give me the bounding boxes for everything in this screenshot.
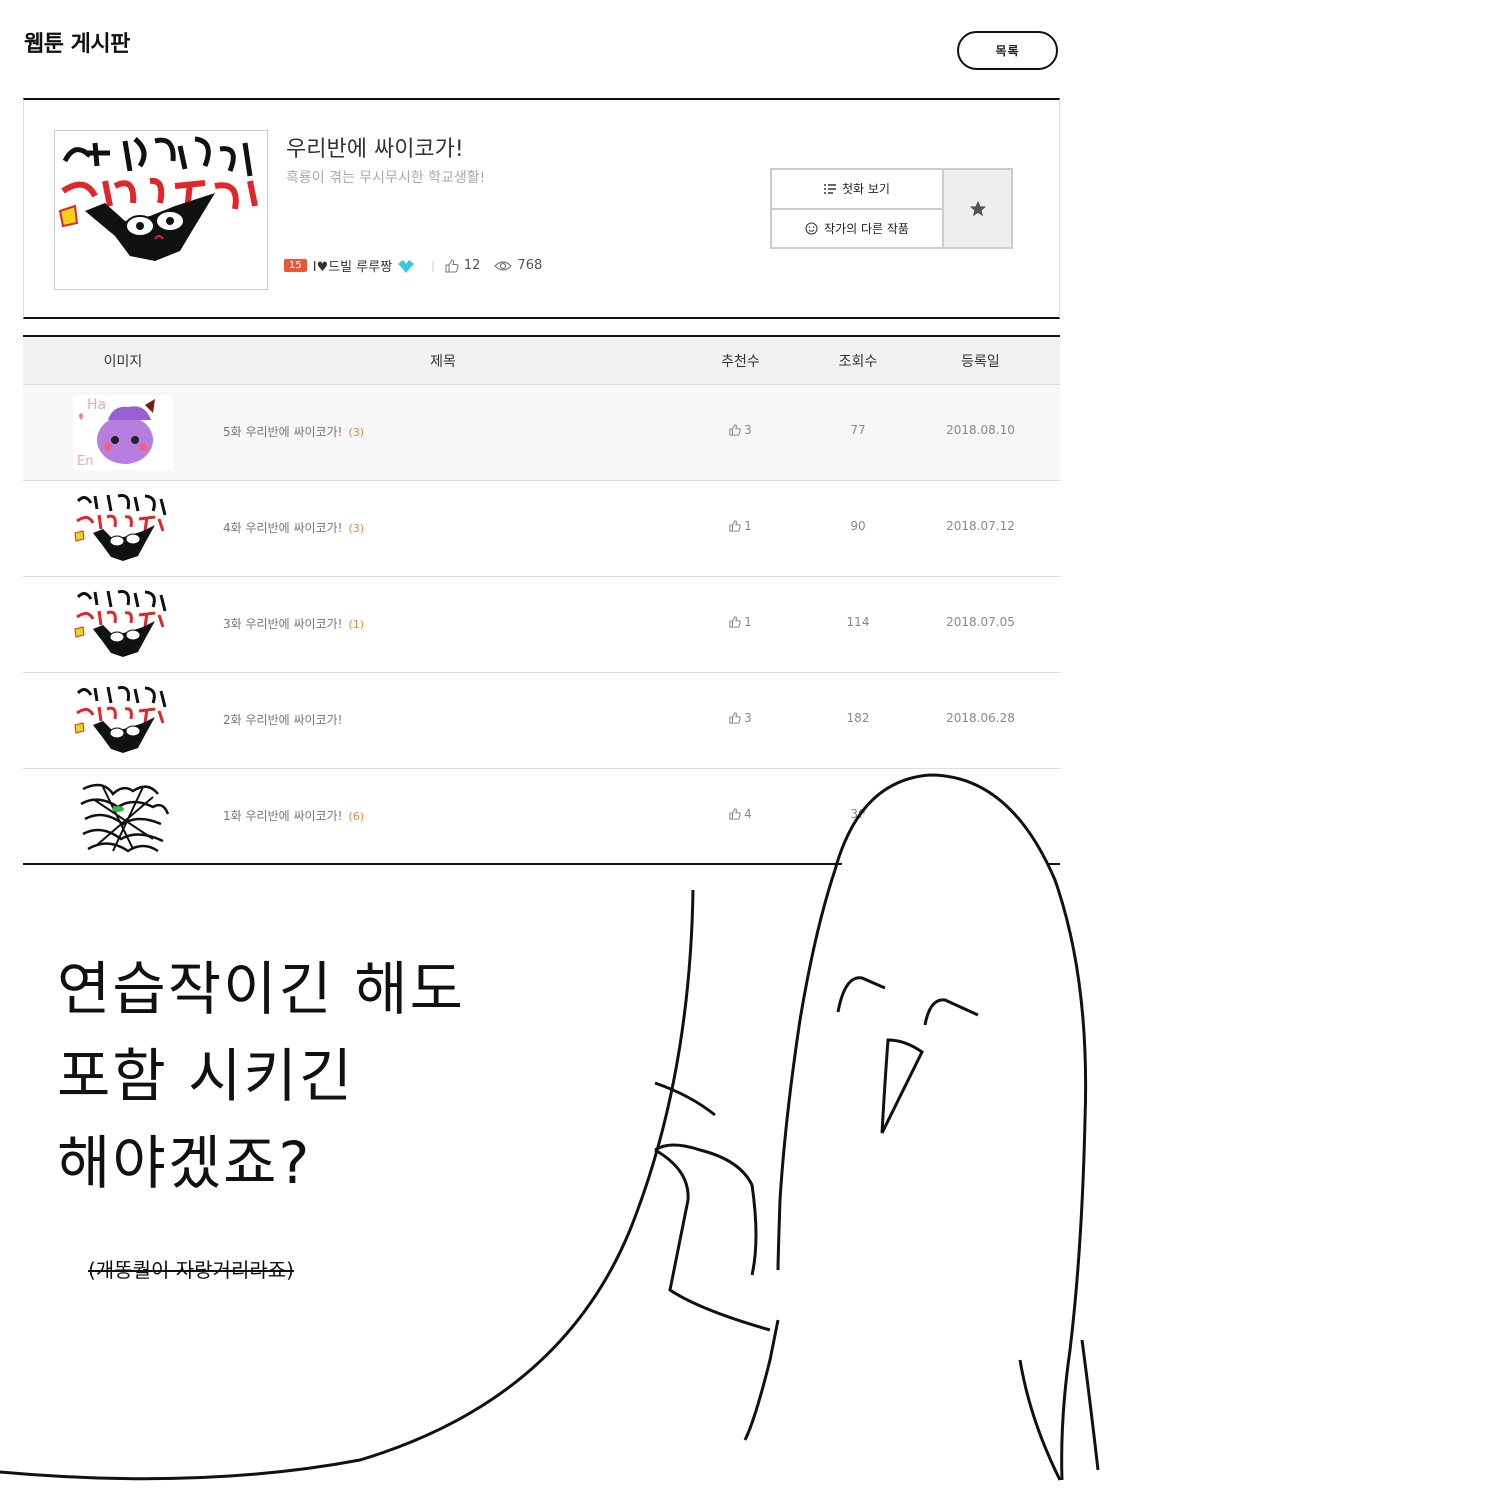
table-row[interactable]: Ha En 5화 우리반에 싸이코가! (3) 3 77 2018.08.10 <box>23 385 1060 481</box>
episode-title-text: 1화 우리반에 싸이코가! <box>223 809 343 823</box>
ghost-mouth <box>880 1038 924 1134</box>
episode-title[interactable]: 1화 우리반에 싸이코가! (6) <box>223 807 364 824</box>
episode-title[interactable]: 5화 우리반에 싸이코가! (3) <box>223 423 364 440</box>
comment-count: (3) <box>348 522 365 535</box>
episode-title-text: 2화 우리반에 싸이코가! <box>223 713 343 727</box>
favorite-button[interactable] <box>944 170 1011 247</box>
date-cell: 2018.07.05 <box>946 615 1015 629</box>
view-count: 768 <box>517 258 543 273</box>
view-count-cell: 182 <box>846 711 870 725</box>
episode-thumbnail[interactable] <box>73 683 173 758</box>
table-row[interactable]: 4화 우리반에 싸이코가! (3) 1 90 2018.07.12 <box>23 481 1060 577</box>
episode-title[interactable]: 2화 우리반에 싸이코가! <box>223 711 348 728</box>
comment-count: (1) <box>348 618 365 631</box>
episode-thumbnail[interactable] <box>73 587 173 662</box>
svg-text:En: En <box>77 454 93 469</box>
meta-separator: | <box>431 259 435 272</box>
episode-title-text: 5화 우리반에 싸이코가! <box>223 425 343 439</box>
recommend-cell: 3 <box>693 711 788 725</box>
comment-count: (6) <box>348 810 365 823</box>
episode-thumbnail[interactable] <box>73 491 173 566</box>
svg-text:Ha: Ha <box>87 397 106 413</box>
recommend-count: 1 <box>744 519 752 533</box>
other-works-label: 작가의 다른 작품 <box>824 221 909 236</box>
table-row[interactable]: 3화 우리반에 싸이코가! (1) 1 114 2018.07.05 <box>23 577 1060 673</box>
author-level-icon <box>396 258 416 274</box>
first-episode-label: 첫화 보기 <box>842 182 890 197</box>
episode-thumbnail[interactable] <box>73 779 173 854</box>
page-title: 웹툰 게시판 <box>24 32 130 57</box>
episode-title-text: 3화 우리반에 싸이코가! <box>223 617 343 631</box>
view-count-cell: 30 <box>850 807 866 821</box>
strikethrough-note: (개똥퀄이 자랑거리라죠) <box>88 1258 294 1282</box>
work-info-box: 우리반에 싸이코가! 흑룡이 겪는 무시무시한 학교생활! 15 I♥드빌 루루… <box>23 98 1060 319</box>
speech-line: 연습작이긴 해도 <box>57 955 465 1023</box>
recommend-count: 4 <box>744 807 752 821</box>
table-header: 이미지 제목 추천수 조회수 등록일 <box>23 335 1060 385</box>
recommend-cell: 1 <box>693 615 788 629</box>
thumbs-up-icon <box>729 712 741 724</box>
thumbs-up-icon <box>729 616 741 628</box>
speech-line: 포함 시키긴 <box>57 1042 355 1110</box>
recommend-count: 1 <box>744 615 752 629</box>
header-views: 조회수 <box>838 354 878 370</box>
speech-text: 연습작이긴 해도 포함 시키긴 해야겠죠? <box>57 946 465 1207</box>
speech-line: 해야겠죠? <box>57 1129 312 1197</box>
list-icon <box>824 184 836 194</box>
author-name[interactable]: I♥드빌 루루짱 <box>313 256 392 275</box>
episode-thumbnail[interactable]: Ha En <box>73 395 173 470</box>
work-description: 흑룡이 겪는 무시무시한 학교생활! <box>286 170 486 186</box>
work-meta: 15 I♥드빌 루루짱 | 12 768 <box>284 256 556 275</box>
smile-icon <box>805 222 818 235</box>
ghost-outline <box>833 773 1088 1481</box>
date-cell: 2018.07.12 <box>946 519 1015 533</box>
ghost-right-eye <box>923 998 979 1026</box>
header-title: 제목 <box>430 354 456 370</box>
recommend-cell: 3 <box>693 423 788 437</box>
episode-title-text: 4화 우리반에 싸이코가! <box>223 521 343 535</box>
view-count-cell: 114 <box>846 615 870 629</box>
age-rating-badge: 15 <box>284 259 307 272</box>
work-title: 우리반에 싸이코가! <box>286 137 464 162</box>
recommend-cell: 4 <box>693 807 788 821</box>
header-recommend: 추천수 <box>721 354 760 370</box>
table-row[interactable]: 1화 우리반에 싸이코가! (6) 4 30 <box>23 769 1060 865</box>
comment-count: (3) <box>348 426 365 439</box>
thumbs-up-icon <box>729 808 741 820</box>
episode-title[interactable]: 4화 우리반에 싸이코가! (3) <box>223 519 364 536</box>
episode-table: 이미지 제목 추천수 조회수 등록일 Ha En 5화 우리반에 싸이코가! (3… <box>23 335 1060 865</box>
ghost-body <box>838 775 1086 1500</box>
recommend-cell: 1 <box>693 519 788 533</box>
view-count-cell: 77 <box>850 423 866 437</box>
other-works-button[interactable]: 작가의 다른 작품 <box>772 210 942 248</box>
recommend-count: 3 <box>744 423 752 437</box>
ghost-hand <box>654 1081 771 1332</box>
date-cell: 2018.06.28 <box>946 711 1015 725</box>
header-date: 등록일 <box>961 354 1000 370</box>
thumbs-up-icon <box>729 424 741 436</box>
ghost-left-eye <box>836 976 886 1013</box>
header-image: 이미지 <box>103 354 143 370</box>
work-action-box: 첫화 보기 작가의 다른 작품 <box>770 168 1013 249</box>
action-column: 첫화 보기 작가의 다른 작품 <box>772 170 944 247</box>
recommend-count: 3 <box>744 711 752 725</box>
cover-image <box>54 130 268 290</box>
list-button[interactable]: 목록 <box>957 31 1058 70</box>
eye-icon <box>494 260 513 272</box>
date-cell: 2018.08.10 <box>946 423 1015 437</box>
thumbs-up-icon <box>729 520 741 532</box>
star-icon <box>969 200 986 216</box>
view-count-cell: 90 <box>850 519 866 533</box>
thumbs-up-icon <box>445 258 459 273</box>
table-row[interactable]: 2화 우리반에 싸이코가! 3 182 2018.06.28 <box>23 673 1060 769</box>
episode-title[interactable]: 3화 우리반에 싸이코가! (1) <box>223 615 364 632</box>
first-episode-button[interactable]: 첫화 보기 <box>772 170 942 210</box>
like-count: 12 <box>463 258 481 273</box>
